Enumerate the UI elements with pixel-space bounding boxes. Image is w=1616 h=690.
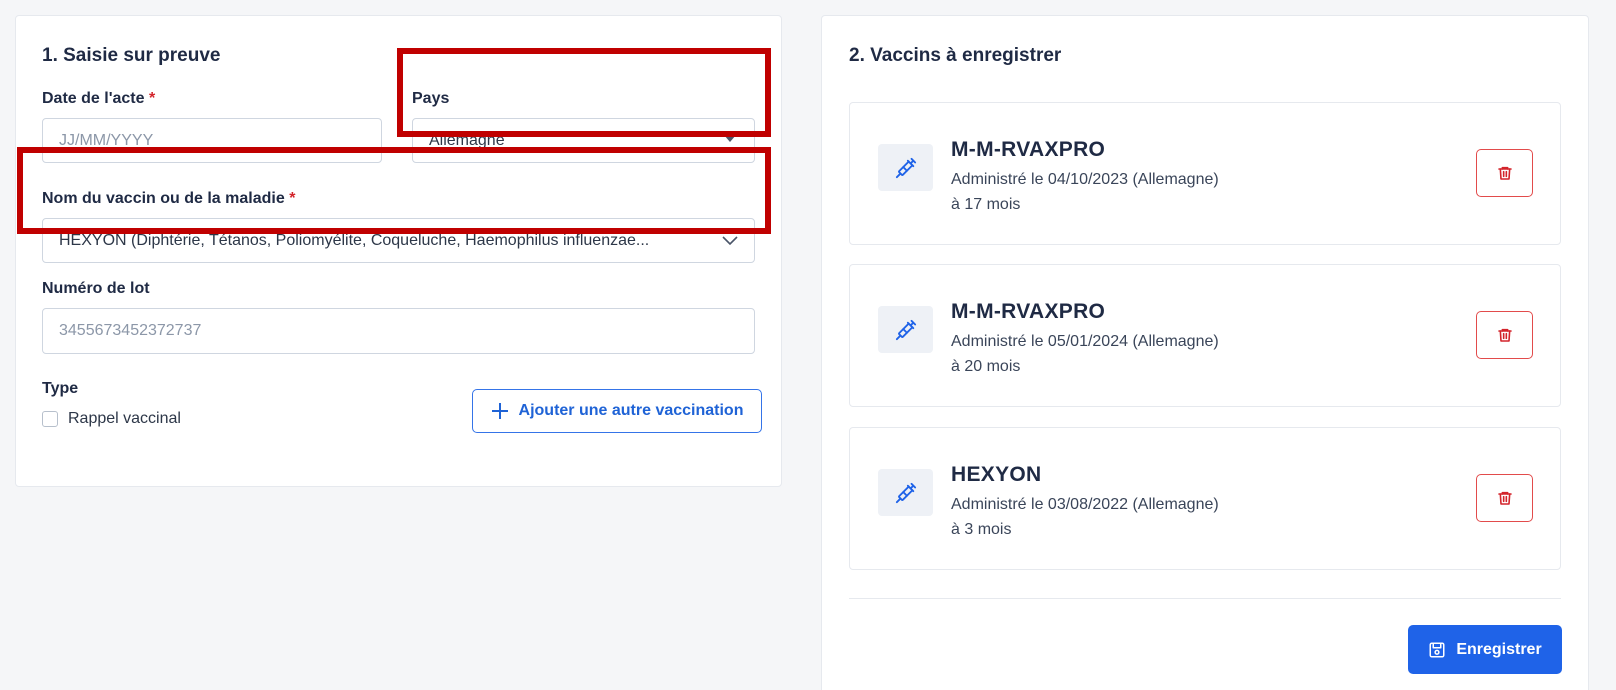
vaccine-label: Nom du vaccin ou de la maladie *: [42, 190, 296, 207]
vaccine-card: M-M-RVAXPRO Administré le 05/01/2024 (Al…: [849, 264, 1561, 407]
vaccine-name: M-M-RVAXPRO: [951, 138, 1106, 161]
delete-vaccine-button[interactable]: [1476, 474, 1533, 522]
vaccine-card: HEXYON Administré le 03/08/2022 (Allemag…: [849, 427, 1561, 570]
vaccine-age: à 20 mois: [951, 358, 1021, 375]
trash-icon: [1497, 166, 1512, 180]
country-select[interactable]: Allemagne: [412, 118, 755, 163]
vaccine-administered: Administré le 04/10/2023 (Allemagne): [951, 171, 1219, 188]
country-label: Pays: [412, 90, 450, 107]
lot-label: Numéro de lot: [42, 280, 150, 297]
country-value: Allemagne: [429, 131, 505, 149]
divider: [849, 598, 1561, 599]
date-input[interactable]: JJ/MM/YYYY: [42, 118, 382, 163]
plus-icon: [491, 403, 508, 419]
syringe-icon: [878, 306, 933, 353]
syringe-icon: [878, 144, 933, 191]
vaccine-card: M-M-RVAXPRO Administré le 04/10/2023 (Al…: [849, 102, 1561, 245]
vaccine-age: à 17 mois: [951, 196, 1021, 213]
delete-vaccine-button[interactable]: [1476, 311, 1533, 359]
add-vaccination-button[interactable]: Ajouter une autre vaccination: [472, 389, 762, 433]
date-placeholder: JJ/MM/YYYY: [59, 131, 154, 149]
vaccine-select[interactable]: HEXYON (Diphtérie, Tétanos, Poliomyélite…: [42, 218, 755, 263]
add-vaccination-label: Ajouter une autre vaccination: [518, 402, 744, 419]
delete-vaccine-button[interactable]: [1476, 149, 1533, 197]
caret-down-icon: [724, 134, 736, 142]
chevron-down-icon: [722, 235, 738, 245]
vaccine-age: à 3 mois: [951, 521, 1012, 538]
vaccines-to-save-title: 2. Vaccins à enregistrer: [849, 45, 1062, 66]
vaccine-administered: Administré le 03/08/2022 (Allemagne): [951, 496, 1219, 513]
date-label: Date de l'acte *: [42, 90, 156, 107]
booster-label: Rappel vaccinal: [68, 410, 181, 427]
type-label: Type: [42, 380, 79, 397]
required-mark: *: [148, 90, 156, 107]
required-mark: *: [289, 190, 296, 207]
trash-icon: [1497, 491, 1512, 505]
save-label: Enregistrer: [1456, 640, 1542, 658]
syringe-icon: [878, 469, 933, 516]
trash-icon: [1497, 328, 1512, 342]
proof-entry-title: 1. Saisie sur preuve: [42, 45, 221, 66]
lot-placeholder: 3455673452372737: [59, 322, 202, 339]
vaccine-administered: Administré le 05/01/2024 (Allemagne): [951, 333, 1219, 350]
vaccine-name: HEXYON: [951, 463, 1042, 486]
lot-input[interactable]: 3455673452372737: [42, 308, 755, 354]
save-icon: [1429, 642, 1445, 657]
save-button[interactable]: Enregistrer: [1408, 625, 1562, 674]
vaccine-name: M-M-RVAXPRO: [951, 300, 1106, 323]
booster-checkbox[interactable]: [42, 411, 58, 427]
vaccine-value: HEXYON (Diphtérie, Tétanos, Poliomyélite…: [59, 231, 650, 249]
